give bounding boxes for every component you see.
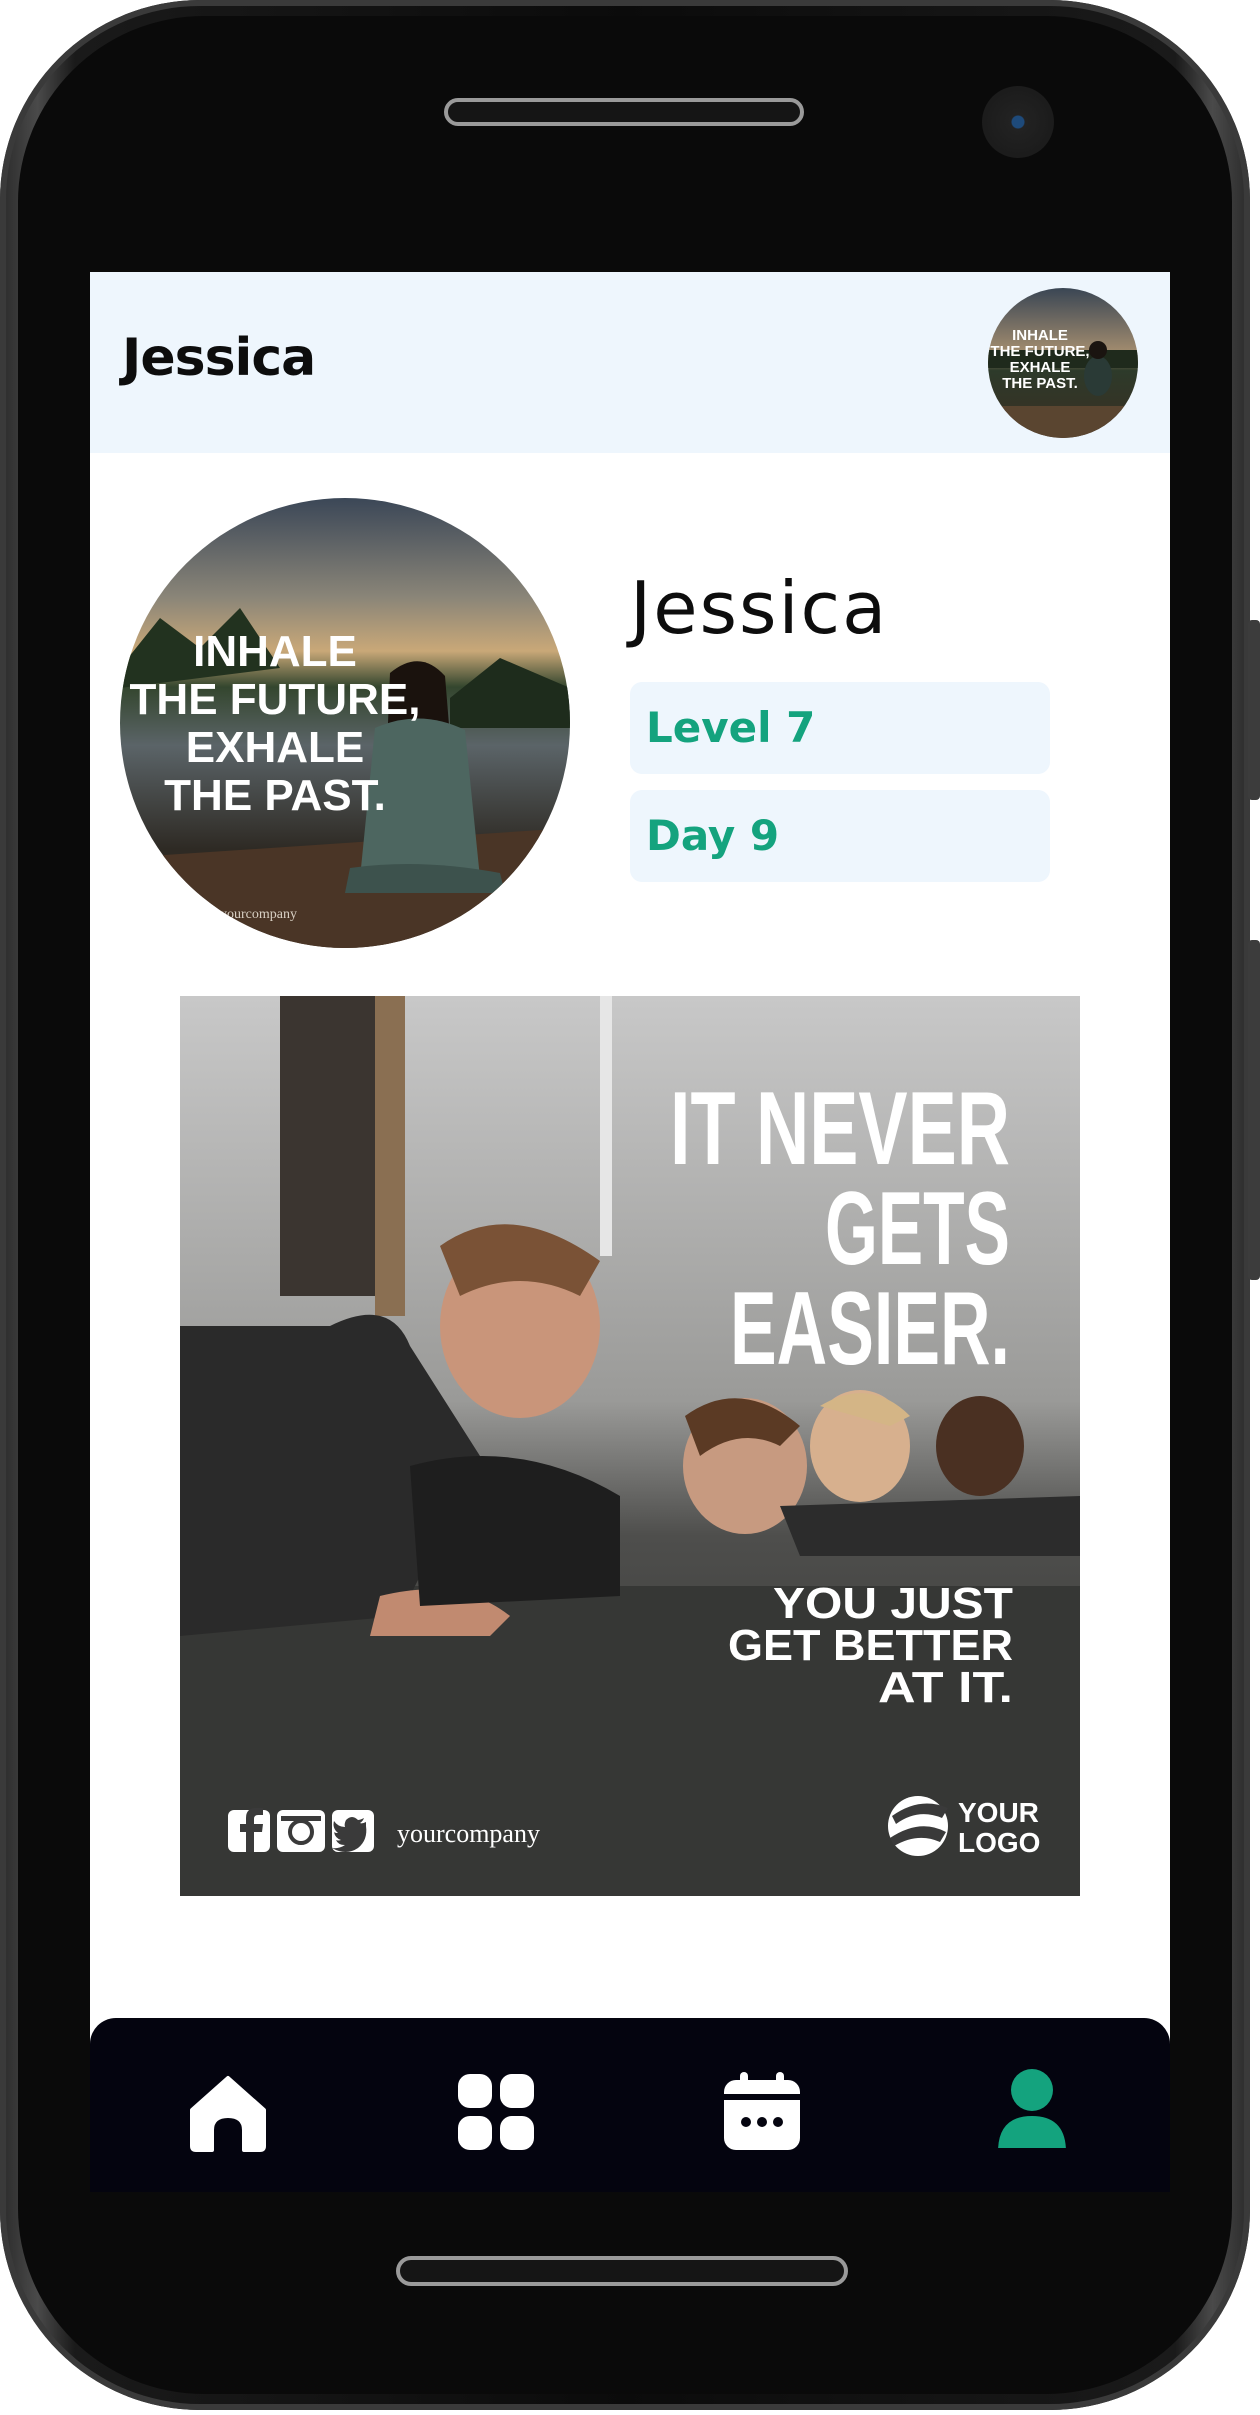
company-logo <box>888 1796 948 1856</box>
bottom-navigation <box>90 2018 1170 2192</box>
motivational-poster[interactable]: IT NEVER GETS EASIER. YOU JUST GET BETTE… <box>180 996 1080 1896</box>
nav-dashboard[interactable] <box>406 2018 586 2192</box>
volume-button <box>1248 620 1260 800</box>
home-icon <box>190 2076 266 2152</box>
photo-quote-line: EXHALE <box>186 723 364 772</box>
poster-headline-line: GETS <box>825 1171 1010 1287</box>
logo-text-line: LOGO <box>958 1827 1040 1858</box>
photo-watermark: yourcompany <box>220 907 297 922</box>
day-badge: Day 9 <box>630 790 1050 882</box>
front-camera <box>982 86 1054 158</box>
calendar-icon <box>724 2072 800 2150</box>
photo-quote-line: THE PAST. <box>164 771 386 820</box>
header-title: Jessica <box>122 328 316 388</box>
twitter-icon <box>332 1810 374 1852</box>
nav-home[interactable] <box>138 2018 318 2192</box>
power-button <box>1248 940 1260 1280</box>
profile-photo[interactable]: INHALE THE FUTURE, EXHALE THE PAST. your… <box>120 498 570 948</box>
photo-quote-line: THE FUTURE, <box>130 675 421 724</box>
profile-icon <box>998 2069 1066 2148</box>
home-bar <box>396 2256 848 2286</box>
level-badge: Level 7 <box>630 682 1050 774</box>
app-screen: Jessica INHALE THE FUTURE, EXHALE THE PA… <box>90 272 1170 2192</box>
app-header: Jessica INHALE THE FUTURE, EXHALE THE PA… <box>90 272 1170 453</box>
avatar-quote-line: THE PAST. <box>1002 375 1078 392</box>
phone-frame: Jessica INHALE THE FUTURE, EXHALE THE PA… <box>0 0 1260 2410</box>
poster-headline-line: EASIER. <box>730 1271 1010 1387</box>
photo-quote-line: INHALE <box>193 627 357 676</box>
avatar-quote-line: INHALE <box>1012 327 1068 344</box>
instagram-icon <box>277 1810 325 1852</box>
avatar-quote-line: EXHALE <box>1010 359 1071 376</box>
facebook-icon <box>228 1808 270 1852</box>
poster-subline-line: AT IT. <box>878 1663 1013 1712</box>
nav-profile[interactable] <box>942 2018 1122 2192</box>
grid-icon <box>458 2074 534 2150</box>
poster-handle: yourcompany <box>397 1819 540 1848</box>
earpiece-speaker <box>444 98 804 126</box>
header-avatar[interactable]: INHALE THE FUTURE, EXHALE THE PAST. <box>988 288 1138 438</box>
nav-calendar[interactable] <box>672 2018 852 2192</box>
profile-name: Jessica <box>630 566 889 650</box>
logo-text-line: YOUR <box>958 1797 1039 1828</box>
avatar-quote-line: THE FUTURE, <box>990 343 1089 360</box>
poster-headline-line: IT NEVER <box>670 1071 1010 1187</box>
